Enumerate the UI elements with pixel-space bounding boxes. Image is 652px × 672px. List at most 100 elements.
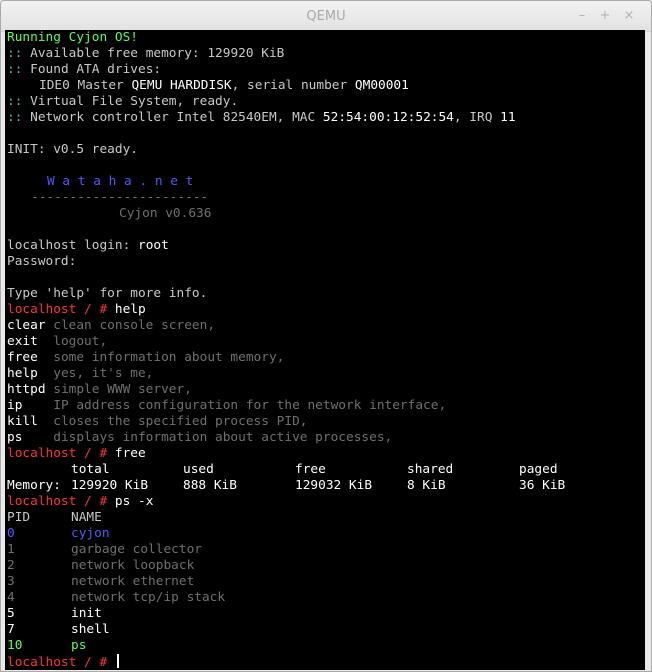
free-header-used: used <box>183 462 214 477</box>
free-value-used: 888 KiB <box>183 478 237 493</box>
help-description: displays information about active proces… <box>53 430 393 445</box>
boot-text: Found ATA drives: <box>30 62 162 77</box>
ps-name: network tcp/ip stack <box>71 590 226 605</box>
minimize-icon[interactable]: – <box>575 9 589 23</box>
help-description: yes, it's me, <box>53 366 154 381</box>
brand-banner: W a t a h a . n e t <box>47 174 194 189</box>
login-line: localhost login: root <box>7 238 169 254</box>
net-text: Network controller Intel 82540EM, MAC <box>30 110 323 125</box>
boot-memory-line: :: Available free memory: 129920 KiB <box>7 46 284 62</box>
shell-prompt: localhost / # <box>7 446 115 461</box>
help-description: IP address configuration for the network… <box>53 398 447 413</box>
free-header-shared: shared <box>407 462 454 477</box>
title-bar[interactable]: QEMU – + × <box>1 1 651 32</box>
boot-prefix: :: <box>7 62 31 77</box>
free-value-paged: 36 KiB <box>519 478 566 493</box>
banner-rule: ----------------------- <box>31 190 209 205</box>
ps-pid: 4 <box>7 590 15 605</box>
help-description: some information about memory, <box>53 350 285 365</box>
boot-prefix: :: <box>7 110 31 125</box>
free-value-shared: 8 KiB <box>407 478 446 493</box>
help-row: ip IP address configuration for the netw… <box>7 398 446 414</box>
password-line: Password: <box>7 254 77 269</box>
prompt-line-ps: localhost / # ps -x <box>7 494 153 510</box>
shell-prompt: localhost / # <box>7 655 115 670</box>
net-irq-label: , IRQ <box>453 110 501 125</box>
boot-ide-line: IDE0 Master QEMU HARDDISK, serial number… <box>39 78 409 94</box>
ps-name: ps <box>71 638 87 653</box>
ps-name: init <box>71 606 102 621</box>
maximize-icon[interactable]: + <box>598 9 612 23</box>
boot-prefix: :: <box>7 94 31 109</box>
help-row: clear clean console screen, <box>7 318 215 334</box>
help-command: ip <box>7 398 54 413</box>
help-description: closes the specified process PID, <box>53 414 308 429</box>
ps-pid: 7 <box>7 622 15 637</box>
ps-name: network ethernet <box>71 574 195 589</box>
ps-pid: 2 <box>7 558 15 573</box>
login-user: root <box>137 238 169 253</box>
help-row: kill closes the specified process PID, <box>7 414 307 430</box>
free-value-total: 129920 KiB <box>71 478 149 493</box>
ide-mid: , serial number <box>231 78 355 93</box>
free-header-paged: paged <box>519 462 558 477</box>
boot-text: Available free memory: 129920 KiB <box>30 46 285 61</box>
window-title: QEMU <box>306 9 346 24</box>
ps-header-pid: PID <box>7 510 31 525</box>
prompt-line-current[interactable]: localhost / # <box>7 654 119 670</box>
free-row-label: Memory: <box>7 478 61 493</box>
help-command: help <box>7 366 54 381</box>
free-header-total: total <box>71 462 110 477</box>
free-value-free: 129032 KiB <box>295 478 373 493</box>
console-screen[interactable]: Running Cyjon OS! :: Available free memo… <box>5 30 645 670</box>
ps-name: cyjon <box>71 526 110 541</box>
boot-network-line: :: Network controller Intel 82540EM, MAC… <box>7 110 516 126</box>
help-description: logout, <box>53 334 108 349</box>
boot-banner-line: Running Cyjon OS! <box>7 30 138 45</box>
prompt-line-help: localhost / # help <box>7 302 146 318</box>
help-row: httpd simple WWW server, <box>7 382 192 398</box>
boot-vfs-line: :: Virtual File System, ready. <box>7 94 238 110</box>
command-text: ps -x <box>114 494 154 509</box>
help-row: free some information about memory, <box>7 350 284 366</box>
ps-pid: 5 <box>7 606 15 621</box>
help-command: kill <box>7 414 54 429</box>
shell-prompt: localhost / # <box>7 494 115 509</box>
command-text: free <box>114 446 146 461</box>
help-command: clear <box>7 318 54 333</box>
boot-text: Virtual File System, ready. <box>30 94 239 109</box>
boot-prefix: :: <box>7 46 31 61</box>
close-icon[interactable]: × <box>622 9 636 23</box>
shell-prompt: localhost / # <box>7 302 115 317</box>
net-irq-number: 11 <box>500 110 516 125</box>
help-command: free <box>7 350 54 365</box>
ps-name: shell <box>71 622 110 637</box>
ps-pid: 3 <box>7 574 15 589</box>
prompt-line-free: localhost / # free <box>7 446 146 462</box>
ps-pid: 0 <box>7 526 15 541</box>
help-row: help yes, it's me, <box>7 366 153 382</box>
ide-name: QEMU HARDDISK <box>131 78 232 93</box>
qemu-window: QEMU – + × Running Cyjon OS! :: Availabl… <box>0 0 652 672</box>
boot-ata-line: :: Found ATA drives: <box>7 62 161 78</box>
net-mac: 52:54:00:12:52:54 <box>322 110 454 125</box>
ps-header-name: NAME <box>71 510 102 525</box>
version-text: Cyjon v0.636 <box>119 206 212 221</box>
ps-name: garbage collector <box>71 542 202 557</box>
command-text: help <box>114 302 146 317</box>
ide-prefix: IDE0 Master <box>39 78 132 93</box>
login-prompt: localhost login: <box>7 238 138 253</box>
ps-pid: 10 <box>7 638 23 653</box>
free-header-free: free <box>295 462 326 477</box>
text-cursor <box>116 654 119 668</box>
ps-pid: 1 <box>7 542 15 557</box>
help-command: ps <box>7 430 54 445</box>
help-description: simple WWW server, <box>53 382 192 397</box>
help-row: ps displays information about active pro… <box>7 430 392 446</box>
ps-name: network loopback <box>71 558 195 573</box>
help-row: exit logout, <box>7 334 107 350</box>
ide-serial: QM00001 <box>354 78 409 93</box>
help-command: httpd <box>7 382 54 397</box>
init-line: INIT: v0.5 ready. <box>7 142 138 157</box>
help-description: clean console screen, <box>53 318 216 333</box>
